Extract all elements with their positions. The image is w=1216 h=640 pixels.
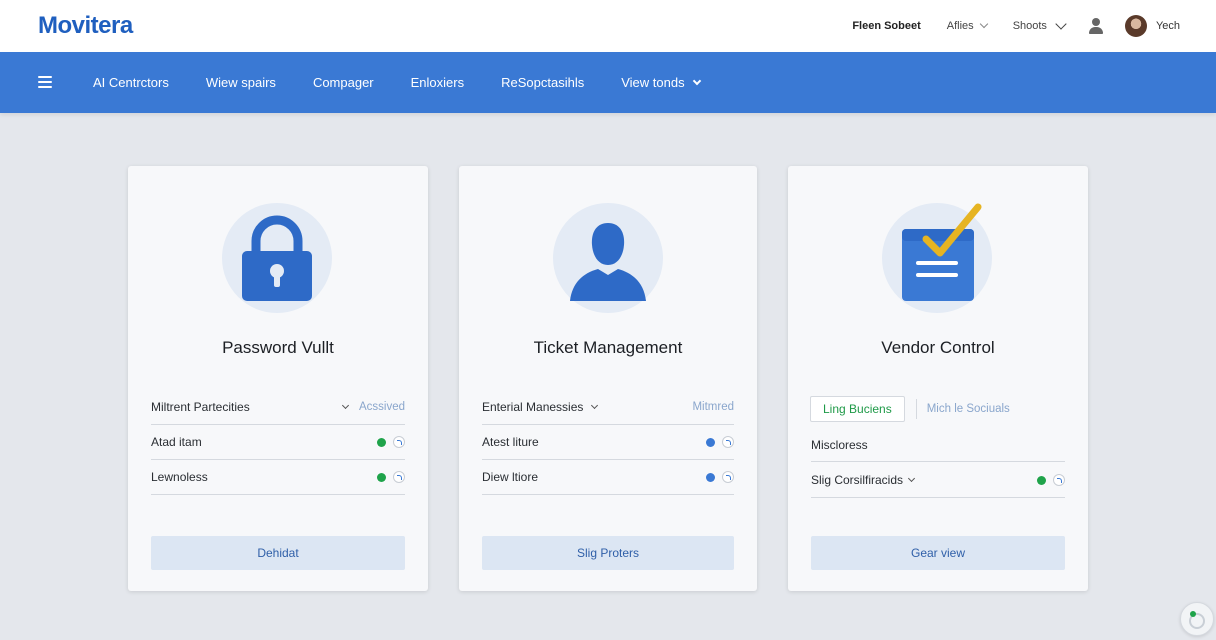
avatar[interactable] bbox=[1124, 15, 1147, 37]
status-toggle[interactable] bbox=[706, 471, 734, 483]
divider bbox=[915, 399, 917, 419]
card-title: Password Vullt bbox=[222, 338, 334, 357]
nav-item-5[interactable]: ReSopctasihls bbox=[501, 75, 584, 90]
segment-active[interactable]: Ling Buciens bbox=[810, 396, 905, 422]
top-link-2-label: Aflies bbox=[946, 20, 974, 32]
chat-widget-icon[interactable] bbox=[1180, 602, 1214, 636]
card-action-button[interactable]: Slig Proters bbox=[482, 536, 734, 570]
top-link-1[interactable]: Fleen Sobeet bbox=[852, 20, 920, 32]
nav-item-6[interactable]: View tonds bbox=[621, 75, 701, 90]
status-toggle[interactable] bbox=[377, 436, 405, 448]
row-label: Diew ltiore bbox=[482, 470, 539, 484]
row-label: Miltrent Partecities bbox=[151, 400, 250, 414]
card-password-vault: Password Vullt Miltrent Partecities Acss… bbox=[128, 166, 428, 591]
nav-item-1[interactable]: AI Centrctors bbox=[93, 75, 169, 90]
nav-item-2[interactable]: Wiew spairs bbox=[206, 75, 276, 90]
document-check-icon bbox=[882, 203, 992, 313]
card-ticket-management: Ticket Management Enterial Manessies Mit… bbox=[459, 166, 757, 591]
list-item: Miscloress bbox=[811, 429, 1065, 462]
top-link-2[interactable]: Aflies bbox=[946, 19, 988, 32]
card-title: Vendor Control bbox=[881, 338, 995, 357]
row-label: Enterial Manessies bbox=[482, 400, 584, 414]
row-label: Atest liture bbox=[482, 435, 539, 449]
list-item: Diew ltiore bbox=[482, 460, 734, 495]
top-right-menu: Fleen Sobeet Aflies Shoots Yech bbox=[852, 0, 1180, 52]
list-item: Atest liture bbox=[482, 425, 734, 460]
nav-items: AI Centrctors Wiew spairs Compager Enlox… bbox=[93, 52, 737, 113]
chevron-down-icon bbox=[692, 76, 701, 85]
person-icon bbox=[553, 203, 663, 313]
chevron-down-icon bbox=[907, 474, 916, 483]
row-label: Atad itam bbox=[151, 435, 202, 449]
chevron-down-icon bbox=[591, 401, 599, 410]
top-link-3[interactable]: Shoots bbox=[1012, 17, 1067, 32]
card-action-button[interactable]: Gear view bbox=[811, 536, 1065, 570]
chevron-down-icon bbox=[1055, 17, 1067, 30]
status-toggle[interactable] bbox=[377, 471, 405, 483]
segment-other[interactable]: Mich le Sociuals bbox=[927, 403, 1010, 415]
list-item: Lewnoless bbox=[151, 460, 405, 495]
nav-item-6-label: View tonds bbox=[621, 75, 685, 90]
chevron-down-icon bbox=[979, 19, 988, 29]
list-item: Atad itam bbox=[151, 425, 405, 460]
list-item[interactable]: Slig Corsilfiracids bbox=[811, 463, 1065, 498]
card-title: Ticket Management bbox=[533, 338, 683, 357]
card-vendor-control: Vendor Control Ling Buciens Mich le Soci… bbox=[788, 166, 1088, 591]
list-item[interactable]: Miltrent Partecities Acssived bbox=[151, 390, 405, 425]
status-toggle[interactable] bbox=[1037, 474, 1065, 486]
hamburger-icon[interactable] bbox=[38, 76, 52, 88]
brand-logo[interactable]: Movitera bbox=[38, 12, 133, 40]
status-toggle[interactable] bbox=[706, 436, 734, 448]
list-item[interactable]: Enterial Manessies Mitmred bbox=[482, 390, 734, 425]
chevron-down-icon bbox=[341, 401, 350, 410]
nav-item-3[interactable]: Compager bbox=[313, 75, 374, 90]
row-label: Slig Corsilfiracids bbox=[811, 473, 904, 487]
avatar-name[interactable]: Yech bbox=[1156, 20, 1180, 32]
row-link[interactable]: Mitmred bbox=[692, 401, 734, 413]
user-icon[interactable] bbox=[1087, 17, 1105, 35]
segment-control: Ling Buciens Mich le Sociuals bbox=[810, 394, 1065, 424]
row-link[interactable]: Acssived bbox=[359, 401, 405, 413]
lock-icon bbox=[222, 203, 332, 313]
top-bar: Movitera Fleen Sobeet Aflies Shoots Yech bbox=[0, 0, 1216, 52]
row-label: Lewnoless bbox=[151, 470, 208, 484]
nav-item-4[interactable]: Enloxiers bbox=[411, 75, 464, 90]
card-action-button[interactable]: Dehidat bbox=[151, 536, 405, 570]
top-link-3-label: Shoots bbox=[1012, 20, 1047, 32]
main-nav: AI Centrctors Wiew spairs Compager Enlox… bbox=[0, 52, 1216, 113]
row-label: Miscloress bbox=[811, 438, 868, 452]
